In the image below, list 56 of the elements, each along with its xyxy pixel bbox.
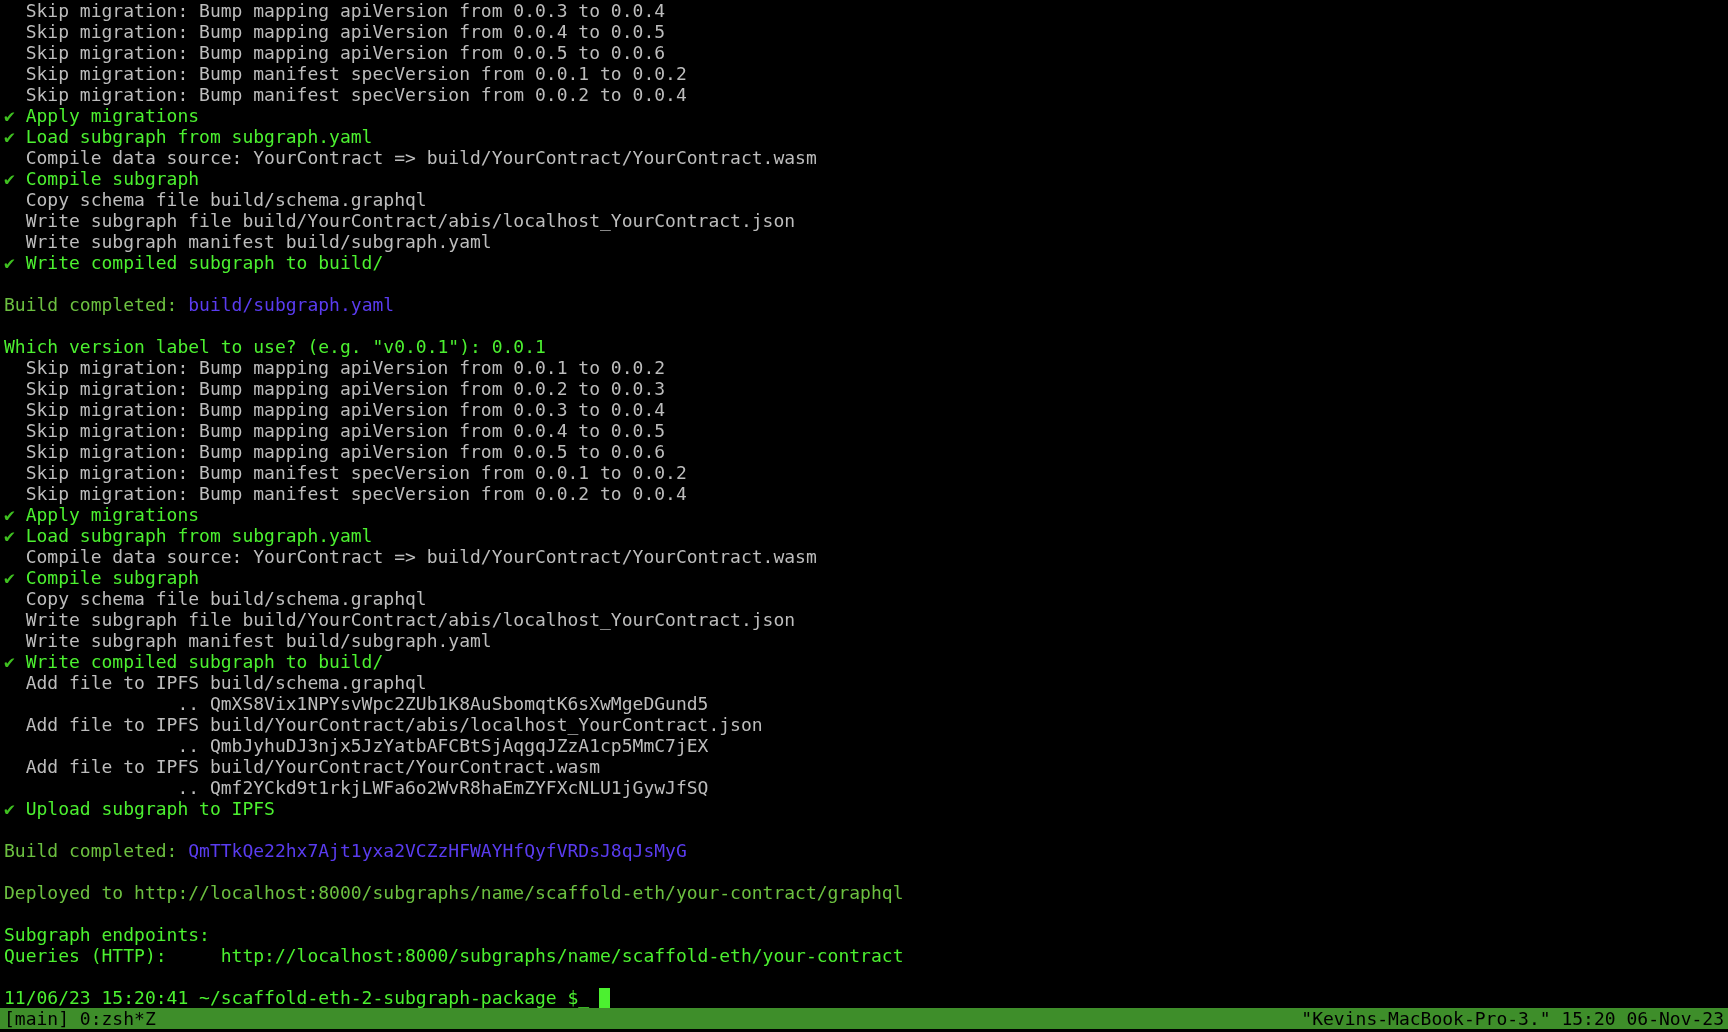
step-success-line: Apply migrations bbox=[25, 105, 200, 126]
output-line: Which version label to use? (e.g. "v0.0.1"): 0.0.1 bbox=[4, 336, 546, 357]
build-label: Build completed: bbox=[4, 840, 179, 861]
session-label: [main] 0:zsh*Z bbox=[4, 1008, 156, 1029]
deploy-message: Deployed to http://localhost:8000/subgraphs/name/scaffold-eth/your-contract/graphql bbox=[4, 882, 904, 903]
step-success-line: Upload subgraph to IPFS bbox=[25, 798, 275, 819]
log-line: Add file to IPFS build/YourContract/YourContract.wasm bbox=[25, 756, 601, 777]
step-success-line: Apply migrations bbox=[25, 504, 200, 525]
log-line: Write subgraph manifest build/subgraph.yaml bbox=[25, 630, 492, 651]
log-line: Add file to IPFS build/schema.graphql bbox=[25, 672, 427, 693]
output-line: Subgraph endpoints: bbox=[4, 924, 210, 945]
log-line: Compile data source: YourContract => build/YourContract/YourContract.wasm bbox=[25, 546, 817, 567]
log-line: Write subgraph file build/YourContract/abis/localhost_YourContract.json bbox=[25, 609, 796, 630]
step-success-line: Write compiled subgraph to build/ bbox=[25, 651, 384, 672]
log-line: .. Qmf2YCkd9t1rkjLWFa6o2WvR8haEmZYFXcNLU1jGywJfSQ bbox=[176, 777, 709, 798]
log-line: Skip migration: Bump mapping apiVersion from 0.0.2 to 0.0.3 bbox=[25, 378, 666, 399]
log-line: Skip migration: Bump mapping apiVersion from 0.0.4 to 0.0.5 bbox=[25, 21, 666, 42]
log-line: .. QmbJyhuDJ3njx5JzYatbAFCBtSjAqgqJZzA1cp5MmC7jEX bbox=[176, 735, 709, 756]
check-mark: ✔ bbox=[4, 105, 16, 126]
text-cursor bbox=[599, 987, 611, 1008]
build-output: build/subgraph.yaml bbox=[188, 294, 395, 315]
output-line: Queries (HTTP): http://localhost:8000/subgraphs/name/scaffold-eth/your-contract bbox=[4, 945, 904, 966]
log-line: .. QmXS8Vix1NPYsvWpc2ZUb1K8AuSbomqtK6sXwMgeDGund5 bbox=[176, 693, 709, 714]
check-mark: ✔ bbox=[4, 504, 16, 525]
shell-prompt: 11/06/23 15:20:41 ~/scaffold-eth-2-subgraph-package $_ bbox=[4, 987, 590, 1008]
log-line: Skip migration: Bump manifest specVersion from 0.0.1 to 0.0.2 bbox=[25, 63, 687, 84]
check-mark: ✔ bbox=[4, 126, 16, 147]
log-line: Copy schema file build/schema.graphql bbox=[25, 189, 427, 210]
build-output: QmTTkQe22hx7Ajt1yxa2VCZzHFWAYHfQyfVRDsJ8qJsMyG bbox=[188, 840, 687, 861]
log-line: Compile data source: YourContract => build/YourContract/YourContract.wasm bbox=[25, 147, 817, 168]
step-success-line: Write compiled subgraph to build/ bbox=[25, 252, 384, 273]
step-success-line: Load subgraph from subgraph.yaml bbox=[25, 525, 373, 546]
log-line: Skip migration: Bump mapping apiVersion from 0.0.5 to 0.0.6 bbox=[25, 441, 666, 462]
step-success-line: Load subgraph from subgraph.yaml bbox=[25, 126, 373, 147]
step-success-line: Compile subgraph bbox=[25, 567, 200, 588]
check-mark: ✔ bbox=[4, 168, 16, 189]
log-line: Write subgraph file build/YourContract/abis/localhost_YourContract.json bbox=[25, 210, 796, 231]
log-line: Skip migration: Bump mapping apiVersion from 0.0.3 to 0.0.4 bbox=[25, 0, 666, 21]
log-line: Skip migration: Bump mapping apiVersion from 0.0.1 to 0.0.2 bbox=[25, 357, 666, 378]
log-line: Skip migration: Bump mapping apiVersion from 0.0.4 to 0.0.5 bbox=[25, 420, 666, 441]
log-line: Skip migration: Bump manifest specVersion from 0.0.2 to 0.0.4 bbox=[25, 84, 687, 105]
log-line: Skip migration: Bump manifest specVersion from 0.0.1 to 0.0.2 bbox=[25, 462, 687, 483]
check-mark: ✔ bbox=[4, 567, 16, 588]
check-mark: ✔ bbox=[4, 252, 16, 273]
log-line: Add file to IPFS build/YourContract/abis/localhost_YourContract.json bbox=[25, 714, 763, 735]
log-line: Skip migration: Bump manifest specVersion from 0.0.2 to 0.0.4 bbox=[25, 483, 687, 504]
step-success-line: Compile subgraph bbox=[25, 168, 200, 189]
check-mark: ✔ bbox=[4, 651, 16, 672]
log-line: Skip migration: Bump mapping apiVersion from 0.0.3 to 0.0.4 bbox=[25, 399, 666, 420]
check-mark: ✔ bbox=[4, 798, 16, 819]
log-line: Copy schema file build/schema.graphql bbox=[25, 588, 427, 609]
host-clock-label: "Kevins-MacBook-Pro-3." 15:20 06-Nov-23 bbox=[1301, 1008, 1724, 1029]
build-label: Build completed: bbox=[4, 294, 179, 315]
check-mark: ✔ bbox=[4, 525, 16, 546]
log-line: Skip migration: Bump mapping apiVersion from 0.0.5 to 0.0.6 bbox=[25, 42, 666, 63]
log-line: Write subgraph manifest build/subgraph.yaml bbox=[25, 231, 492, 252]
